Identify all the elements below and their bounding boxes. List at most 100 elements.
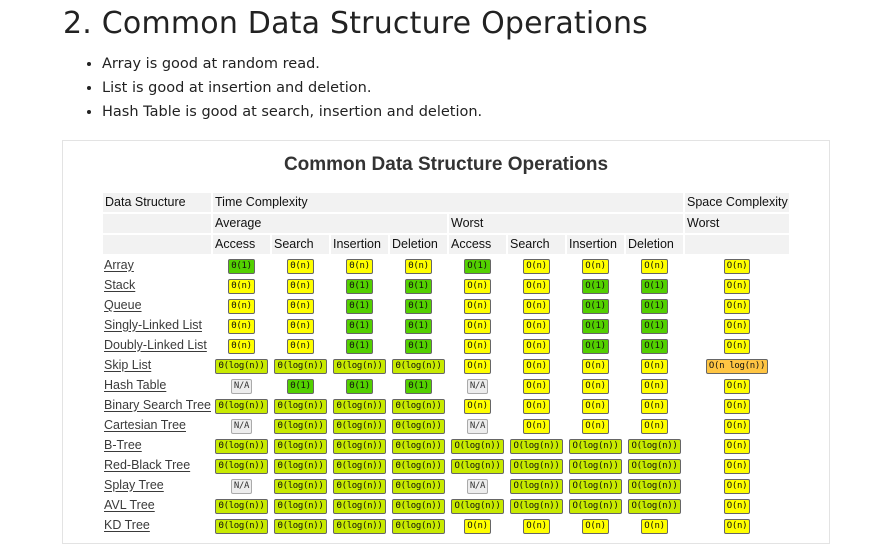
complexity-cell: O(n) bbox=[508, 396, 565, 414]
page-title: 2. Common Data Structure Operations bbox=[63, 6, 648, 41]
complexity-cell: Θ(log(n)) bbox=[272, 396, 329, 414]
header-row-groups: Data Structure Time Complexity Space Com… bbox=[103, 193, 789, 212]
header-op: Insertion bbox=[331, 235, 388, 254]
complexity-cell: O(n) bbox=[449, 396, 506, 414]
complexity-cell: Θ(log(n)) bbox=[331, 416, 388, 434]
complexity-cell: Θ(log(n)) bbox=[331, 356, 388, 374]
complexity-badge: O(1) bbox=[641, 279, 668, 294]
structure-link[interactable]: Array bbox=[104, 258, 134, 272]
complexity-cell: Θ(log(n)) bbox=[331, 396, 388, 414]
complexity-badge: N/A bbox=[230, 479, 253, 494]
complexity-badge: O(n) bbox=[582, 399, 609, 414]
complexity-badge: O(log(n)) bbox=[569, 479, 622, 494]
complexity-cell: Θ(n) bbox=[272, 316, 329, 334]
structure-link[interactable]: AVL Tree bbox=[104, 498, 155, 512]
complexity-cell: O(n) bbox=[567, 376, 624, 394]
complexity-badge: O(1) bbox=[582, 319, 609, 334]
complexity-badge: Θ(log(n)) bbox=[215, 439, 268, 454]
complexity-badge: O(1) bbox=[582, 279, 609, 294]
complexity-cell: Θ(1) bbox=[331, 336, 388, 354]
complexity-cell: O(log(n)) bbox=[449, 436, 506, 454]
complexity-badge: O(n) bbox=[523, 339, 550, 354]
structure-link[interactable]: Doubly-Linked List bbox=[104, 338, 207, 352]
complexity-badge: Θ(1) bbox=[405, 319, 432, 334]
complexity-badge: Θ(1) bbox=[346, 279, 373, 294]
complexity-badge: Θ(n) bbox=[287, 299, 314, 314]
complexity-badge: Θ(log(n)) bbox=[274, 359, 327, 374]
header-blank bbox=[103, 235, 211, 254]
complexity-badge: Θ(1) bbox=[346, 339, 373, 354]
complexity-cell: Θ(log(n)) bbox=[213, 356, 270, 374]
structure-link[interactable]: Stack bbox=[104, 278, 135, 292]
structure-name-cell: Doubly-Linked List bbox=[103, 336, 211, 354]
complexity-badge: O(log(n)) bbox=[510, 439, 563, 454]
complexity-badge: O(n) bbox=[582, 379, 609, 394]
structure-name-cell: AVL Tree bbox=[103, 496, 211, 514]
complexity-cell: O(log(n)) bbox=[567, 456, 624, 474]
table-row: Queue Θ(n) Θ(n) Θ(1) Θ(1) O(n) O(n) O(1) O(1) O(n… bbox=[103, 296, 789, 314]
complexity-cell: O(n) bbox=[685, 296, 789, 314]
header-op: Search bbox=[508, 235, 565, 254]
complexity-badge: Θ(log(n)) bbox=[392, 419, 445, 434]
complexity-badge: O(n) bbox=[464, 279, 491, 294]
structure-link[interactable]: Cartesian Tree bbox=[104, 418, 186, 432]
structure-name-cell: Red-Black Tree bbox=[103, 456, 211, 474]
table-row: Red-Black Tree Θ(log(n)) Θ(log(n)) Θ(log(n)… bbox=[103, 456, 789, 474]
header-data-structure: Data Structure bbox=[103, 193, 211, 212]
complexity-badge: Θ(1) bbox=[405, 279, 432, 294]
table-row: Singly-Linked List Θ(n) Θ(n) Θ(1) Θ(1) O(n) O(… bbox=[103, 316, 789, 334]
structure-link[interactable]: Skip List bbox=[104, 358, 151, 372]
complexity-cell: O(1) bbox=[626, 316, 683, 334]
complexity-cell: Θ(n) bbox=[390, 256, 447, 274]
complexity-badge: O(n) bbox=[723, 399, 751, 414]
complexity-cell: Θ(1) bbox=[331, 296, 388, 314]
complexity-cell: Θ(log(n)) bbox=[331, 436, 388, 454]
complexity-badge: O(n) bbox=[723, 379, 751, 394]
complexity-badge: O(n) bbox=[582, 259, 609, 274]
complexity-cell: Θ(log(n)) bbox=[390, 516, 447, 534]
structure-link[interactable]: KD Tree bbox=[104, 518, 150, 532]
complexity-badge: O(n) bbox=[523, 299, 550, 314]
complexity-badge: O(n) bbox=[723, 299, 751, 314]
complexity-cell: Θ(log(n)) bbox=[272, 496, 329, 514]
complexity-cell: O(n) bbox=[685, 456, 789, 474]
complexity-cell: N/A bbox=[213, 476, 270, 494]
header-worst-time: Worst bbox=[449, 214, 683, 233]
complexity-badge: Θ(n) bbox=[287, 319, 314, 334]
complexity-badge: Θ(n) bbox=[346, 259, 373, 274]
header-op: Access bbox=[449, 235, 506, 254]
complexity-badge: Θ(n) bbox=[228, 339, 255, 354]
complexity-cell: O(1) bbox=[567, 296, 624, 314]
header-row-ops: Access Search Insertion Deletion Access … bbox=[103, 235, 789, 254]
structure-name-cell: Binary Search Tree bbox=[103, 396, 211, 414]
structure-link[interactable]: Binary Search Tree bbox=[104, 398, 211, 412]
complexity-cell: Θ(log(n)) bbox=[331, 456, 388, 474]
complexity-badge: O(log(n)) bbox=[569, 439, 622, 454]
structure-link[interactable]: Hash Table bbox=[104, 378, 166, 392]
complexity-badge: O(n) bbox=[723, 439, 751, 454]
complexity-cell: O(n) bbox=[626, 256, 683, 274]
complexity-cell: O(n) bbox=[449, 296, 506, 314]
complexity-cell: O(n) bbox=[567, 516, 624, 534]
table-row: Skip List Θ(log(n)) Θ(log(n)) Θ(log(n)) Θ(lo… bbox=[103, 356, 789, 374]
structure-link[interactable]: Queue bbox=[104, 298, 142, 312]
complexity-cell: O(log(n)) bbox=[567, 436, 624, 454]
structure-link[interactable]: Singly-Linked List bbox=[104, 318, 202, 332]
complexity-cell: O(log(n)) bbox=[508, 476, 565, 494]
complexity-cell: Θ(log(n)) bbox=[331, 496, 388, 514]
complexity-badge: Θ(1) bbox=[346, 319, 373, 334]
structure-link[interactable]: B-Tree bbox=[104, 438, 142, 452]
complexity-badge: Θ(1) bbox=[346, 379, 373, 394]
header-row-cases: Average Worst Worst bbox=[103, 214, 789, 233]
complexity-badge: O(log(n)) bbox=[569, 499, 622, 514]
complexity-cell: O(n) bbox=[567, 256, 624, 274]
structure-link[interactable]: Splay Tree bbox=[104, 478, 164, 492]
complexity-badge: O(n) bbox=[641, 519, 668, 534]
structure-link[interactable]: Red-Black Tree bbox=[104, 458, 190, 472]
structure-name-cell: Queue bbox=[103, 296, 211, 314]
header-worst-space: Worst bbox=[685, 214, 789, 233]
complexity-badge: Θ(1) bbox=[346, 299, 373, 314]
complexity-cell: Θ(log(n)) bbox=[213, 456, 270, 474]
complexity-cell: N/A bbox=[213, 376, 270, 394]
complexity-badge: O(n) bbox=[464, 399, 491, 414]
